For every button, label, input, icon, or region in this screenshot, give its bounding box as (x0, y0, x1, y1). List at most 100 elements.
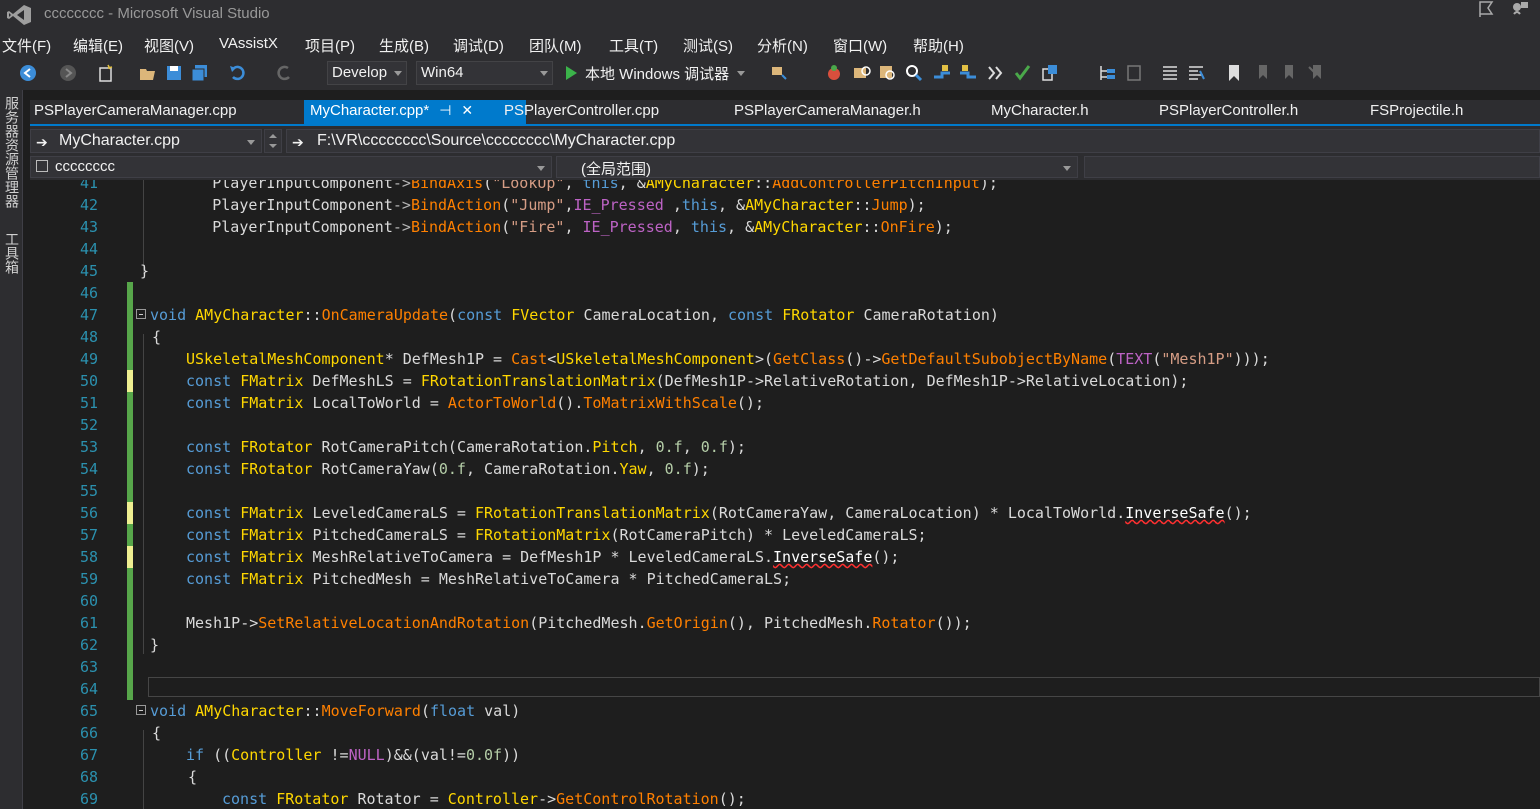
search-icon[interactable] (904, 63, 924, 83)
menu-tools[interactable]: 工具(T) (609, 35, 658, 56)
menu-test[interactable]: 测试(S) (683, 35, 733, 56)
file-list-spinner[interactable] (264, 129, 282, 153)
forward-icon[interactable] (58, 63, 78, 83)
menu-bar: 文件(F) 编辑(E) 视图(V) VAssistX 项目(P) 生成(B) 调… (0, 30, 1540, 57)
title-bar: cccccccc - Microsoft Visual Studio (0, 0, 1540, 30)
find-symbol-icon[interactable] (878, 63, 898, 83)
redo-icon[interactable] (274, 63, 294, 83)
arrow-right-icon: ➔ (36, 134, 48, 150)
notification-flag-icon[interactable] (1476, 0, 1496, 18)
file-list-select[interactable]: ➔ MyCharacter.cpp (30, 129, 262, 153)
pin-icon[interactable]: ⊣ (439, 102, 451, 119)
collapse-icon[interactable] (1124, 63, 1144, 83)
tab-fsprojectile-h[interactable]: FSProjectile.h (1370, 100, 1520, 124)
code-line: 68{ (79, 768, 198, 786)
tab-mycharacter-h[interactable]: MyCharacter.h (991, 100, 1141, 124)
visual-studio-logo-icon (7, 5, 31, 25)
solution-platform-select[interactable]: Win64 (416, 61, 553, 85)
code-line: 45} (79, 262, 150, 280)
tool-window-sidebar: 服务器资源管理器 工具箱 (0, 90, 23, 809)
file-path-field[interactable]: ➔ F:\VR\cccccccc\Source\cccccccc\MyCharac… (286, 129, 1540, 153)
code-line: 47 void AMyCharacter::OnCameraUpdate(cons… (79, 304, 999, 326)
navigate-forward-icon[interactable] (958, 63, 978, 83)
code-line: 46 (30, 282, 1540, 304)
code-line: 49 USkeletalMeshComponent* DefMesh1P = Ca… (79, 348, 1270, 370)
code-line: 44 (79, 240, 98, 258)
menu-window[interactable]: 窗口(W) (833, 35, 887, 56)
window-title: cccccccc - Microsoft Visual Studio (44, 5, 270, 22)
menu-edit[interactable]: 编辑(E) (73, 35, 123, 56)
menu-vassistx[interactable]: VAssistX (219, 35, 278, 52)
code-line: 42 PlayerInputComponent->BindAction("Jum… (79, 196, 926, 214)
code-line: 50 const FMatrix DefMeshLS = FRotationTra… (79, 370, 1189, 392)
code-line: 57 const FMatrix PitchedCameraLS = FRotat… (79, 524, 927, 546)
navigate-back-icon[interactable] (932, 63, 952, 83)
project-icon (36, 160, 48, 172)
previous-bookmark-icon[interactable] (1252, 63, 1272, 83)
save-icon[interactable] (164, 63, 184, 83)
open-icon[interactable] (138, 63, 158, 83)
menu-team[interactable]: 团队(M) (529, 35, 582, 56)
tab-mycharacter-cpp[interactable]: MyCharacter.cpp* ⊣ ✕ (304, 100, 526, 124)
menu-help[interactable]: 帮助(H) (913, 35, 964, 56)
collapse-region-icon[interactable] (136, 705, 146, 715)
outline-icon[interactable] (1097, 63, 1117, 83)
code-line: 53 const FRotator RotCameraPitch(CameraRo… (79, 436, 746, 458)
code-line: 65 void AMyCharacter::MoveForward(float v… (79, 702, 521, 720)
play-icon (566, 66, 577, 80)
menu-analyze[interactable]: 分析(N) (757, 35, 808, 56)
new-project-icon[interactable] (96, 63, 116, 83)
code-line: 41 PlayerInputComponent->BindAxis("LookU… (79, 180, 998, 192)
code-line: 60 (30, 590, 1540, 612)
save-all-icon[interactable] (190, 63, 210, 83)
menu-debug[interactable]: 调试(D) (453, 35, 504, 56)
server-explorer-tab[interactable]: 服务器资源管理器 (2, 96, 22, 208)
code-line: 61 Mesh1P->SetRelativeLocationAndRotation… (79, 612, 972, 634)
code-editor[interactable]: 41 PlayerInputComponent->BindAxis("LookU… (30, 180, 1540, 809)
vassistx-navigation-bar: ➔ MyCharacter.cpp ➔ F:\VR\cccccccc\Source\… (30, 126, 1540, 154)
solution-configuration-select[interactable]: Develop (327, 61, 407, 85)
bookmark-icon[interactable] (1224, 63, 1244, 83)
scope-select[interactable]: (全局范围) (556, 156, 1078, 178)
code-line: 64 (30, 678, 1540, 700)
clear-bookmarks-icon[interactable] (1306, 63, 1326, 83)
menu-view[interactable]: 视图(V) (144, 35, 194, 56)
next-bookmark-icon[interactable] (1278, 63, 1298, 83)
start-debugging-button[interactable]: 本地 Windows 调试器 (566, 63, 746, 85)
scope-navigation-bar: cccccccc (全局范围) (30, 154, 1540, 180)
menu-build[interactable]: 生成(B) (379, 35, 429, 56)
bug-icon[interactable] (824, 63, 844, 83)
menu-project[interactable]: 项目(P) (305, 35, 355, 56)
tab-psplayercameramanager-h[interactable]: PSPlayerCameraManager.h (734, 100, 974, 124)
code-line: 48{ (79, 326, 162, 348)
toolbox-tab[interactable]: 工具箱 (2, 232, 22, 274)
spell-check-icon[interactable] (1013, 63, 1033, 83)
code-line: 67 if ((Controller !=NULL)&&(val!=0.0f)) (79, 746, 521, 764)
tab-psplayercameramanager-cpp[interactable]: PSPlayerCameraManager.cpp (34, 100, 304, 124)
comment-lines-icon[interactable] (1160, 63, 1180, 83)
standard-toolbar: Develop Win64 本地 Windows 调试器 (0, 57, 1540, 90)
back-icon[interactable] (18, 63, 38, 83)
code-line: 66{ (79, 724, 162, 742)
refactor-icon[interactable] (1040, 63, 1060, 83)
tab-psplayercontroller-cpp[interactable]: PSPlayerController.cpp (504, 100, 734, 124)
close-icon[interactable]: ✕ (461, 102, 473, 119)
collapse-region-icon[interactable] (136, 309, 146, 319)
references-icon[interactable] (986, 63, 1006, 83)
uncomment-lines-icon[interactable] (1186, 63, 1206, 83)
code-line: 62} (79, 634, 160, 656)
find-in-files-icon[interactable] (852, 63, 872, 83)
code-line: 43 PlayerInputComponent->BindAction("Fir… (79, 218, 953, 236)
chevron-down-icon (269, 144, 277, 148)
project-select[interactable]: cccccccc (30, 156, 552, 178)
menu-file[interactable]: 文件(F) (2, 35, 51, 56)
attach-process-icon[interactable] (769, 63, 789, 83)
member-select[interactable] (1084, 156, 1540, 178)
undo-icon[interactable] (228, 63, 248, 83)
feedback-icon[interactable] (1510, 0, 1530, 18)
code-line: 56 const FMatrix LeveledCameraLS = FRotat… (79, 502, 1252, 524)
code-line: 52 (30, 414, 1540, 436)
tab-psplayercontroller-h[interactable]: PSPlayerController.h (1159, 100, 1349, 124)
code-line: 51 const FMatrix LocalToWorld = ActorToWo… (79, 392, 764, 414)
code-line: 63 (30, 656, 1540, 678)
